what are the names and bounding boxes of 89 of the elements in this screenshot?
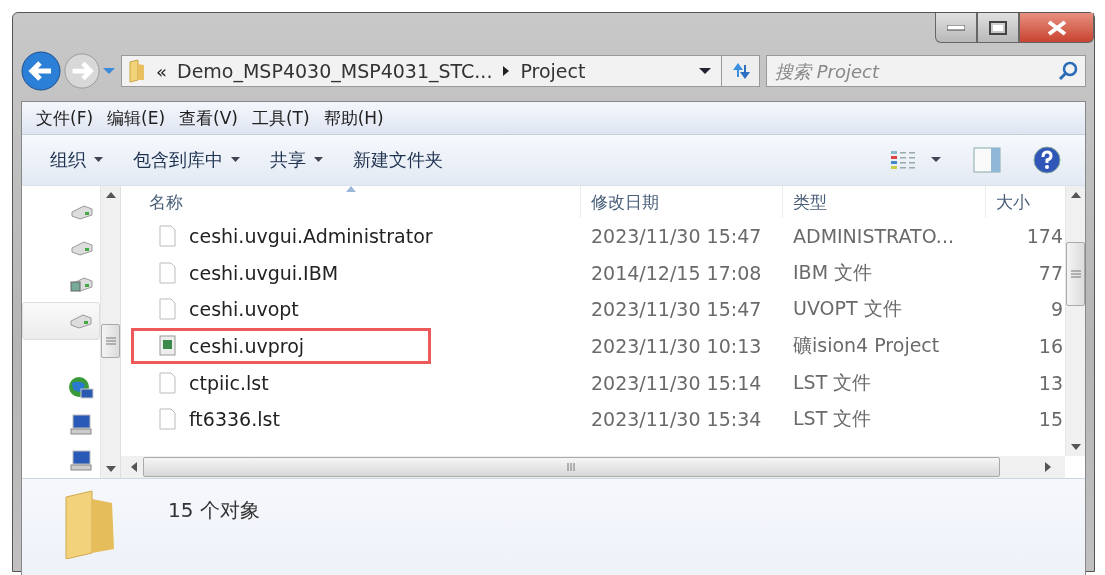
media-drive-icon	[70, 276, 94, 292]
file-type: ADMINISTRATO...	[793, 225, 954, 248]
item-count: 15 个对象	[168, 497, 260, 524]
column-header[interactable]: 大小	[986, 186, 1065, 218]
toolbar-button[interactable]: 组织	[38, 144, 115, 176]
scroll-down-icon[interactable]	[1070, 444, 1081, 450]
grip-icon	[105, 337, 116, 345]
computer-icon	[70, 449, 94, 471]
modified-date: 2023/11/30 15:47	[591, 225, 762, 248]
file-name[interactable]: ceshi.uvgui.Administrator	[189, 225, 433, 248]
network-globe-icon	[68, 376, 94, 400]
scroll-down-icon[interactable]	[105, 466, 116, 472]
scrollbar[interactable]	[1065, 186, 1085, 456]
search-field[interactable]: 搜索 Project	[766, 55, 1086, 87]
back-button[interactable]	[21, 51, 61, 91]
file-name[interactable]: ft6336.lst	[189, 408, 280, 431]
file-size: 16	[1038, 335, 1063, 358]
modified-date: 2014/12/15 17:08	[591, 261, 762, 284]
close-button[interactable]	[1019, 13, 1094, 43]
overflow-chevron[interactable]: «	[156, 60, 167, 82]
caret-icon	[314, 157, 323, 163]
column-header[interactable]: 类型	[783, 186, 986, 218]
breadcrumb[interactable]: Project	[520, 60, 586, 82]
menu-item[interactable]: 文件(F)	[36, 106, 94, 130]
grip-icon	[1070, 270, 1081, 278]
scroll-up-icon[interactable]	[105, 192, 116, 198]
modified-date: 2023/11/30 10:13	[591, 335, 762, 358]
file-type: IBM 文件	[793, 259, 873, 285]
computer-icon	[70, 413, 94, 435]
file-type: LST 文件	[793, 369, 872, 395]
scroll-thumb[interactable]	[1066, 242, 1085, 306]
caret-icon	[931, 157, 941, 163]
project-file-icon	[159, 335, 177, 358]
folder-icon	[128, 59, 146, 83]
menu-item[interactable]: 编辑(E)	[107, 106, 166, 130]
file-name[interactable]: ceshi.uvproj	[189, 335, 305, 358]
file-name[interactable]: ctpiic.lst	[189, 371, 269, 394]
scroll-up-icon[interactable]	[1070, 192, 1081, 198]
modified-date: 2023/11/30 15:34	[591, 408, 762, 431]
caret-icon	[231, 157, 240, 163]
scroll-thumb[interactable]	[101, 324, 120, 358]
file-icon	[159, 371, 177, 394]
file-icon	[159, 298, 177, 321]
file-size: 15	[1038, 408, 1063, 431]
modified-date: 2023/11/30 15:14	[591, 371, 762, 394]
scroll-right-icon[interactable]	[1045, 462, 1051, 472]
column-header[interactable]: 修改日期	[581, 186, 783, 218]
grip-icon	[566, 463, 577, 471]
file-icon	[159, 225, 177, 248]
maximize-button[interactable]	[977, 13, 1019, 43]
file-size: 77	[1038, 261, 1063, 284]
file-size: 9	[1050, 298, 1063, 321]
file-type: UVOPT 文件	[793, 296, 902, 322]
preview-pane-icon	[973, 147, 1001, 173]
drive-icon	[69, 313, 93, 329]
drive-icon	[70, 204, 94, 220]
dropdown-arrow-icon[interactable]	[699, 67, 711, 75]
toolbar-button[interactable]: 包含到库中	[121, 144, 252, 176]
toolbar-button[interactable]: 共享	[258, 144, 335, 176]
chevron-right-icon[interactable]	[502, 65, 511, 77]
maximize-icon	[989, 20, 1007, 35]
column-header[interactable]: 名称	[121, 186, 581, 218]
file-icon	[159, 408, 177, 431]
address-bar[interactable]: « Demo_MSP4030_MSP4031_STC... Project	[121, 55, 760, 87]
scrollbar[interactable]	[100, 186, 120, 478]
file-size: 174	[1026, 225, 1063, 248]
file-name[interactable]: ceshi.uvopt	[189, 298, 299, 321]
file-size: 13	[1038, 371, 1063, 394]
minimize-icon	[947, 24, 965, 31]
file-type: 礦ision4 Project	[793, 333, 940, 359]
file-icon	[159, 261, 177, 284]
refresh-button[interactable]	[721, 56, 759, 86]
file-type: LST 文件	[793, 406, 872, 432]
menu-item[interactable]: 查看(V)	[179, 106, 238, 130]
close-icon	[1045, 19, 1068, 36]
caret-icon	[94, 157, 103, 163]
minimize-button[interactable]	[935, 13, 977, 43]
help-icon	[1033, 146, 1061, 174]
horizontal-scrollbar[interactable]	[121, 456, 1065, 478]
drive-icon	[70, 240, 94, 256]
modified-date: 2023/11/30 15:47	[591, 298, 762, 321]
scroll-thumb[interactable]	[143, 457, 1000, 477]
toolbar-button[interactable]: 新建文件夹	[341, 144, 455, 176]
scroll-left-icon[interactable]	[131, 462, 137, 472]
file-name[interactable]: ceshi.uvgui.IBM	[189, 261, 339, 284]
menu-item[interactable]: 帮助(H)	[323, 106, 384, 130]
breadcrumb[interactable]: Demo_MSP4030_MSP4031_STC...	[177, 60, 493, 82]
search-icon	[1058, 61, 1078, 81]
menu-item[interactable]: 工具(T)	[251, 106, 310, 130]
